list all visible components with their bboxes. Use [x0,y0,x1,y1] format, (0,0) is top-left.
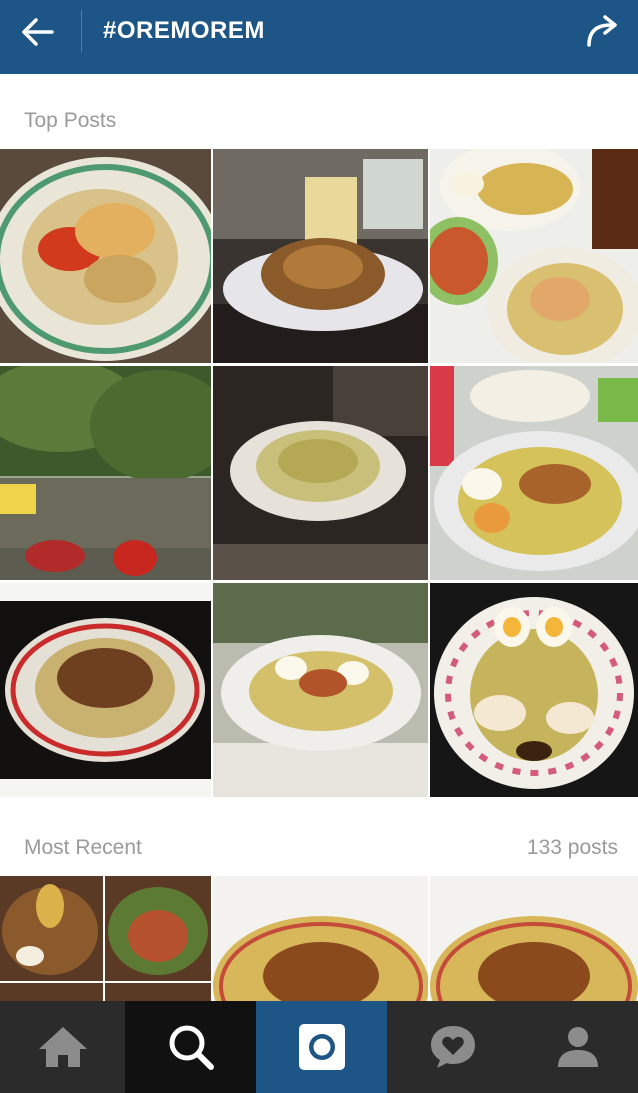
photo-thumbnail[interactable] [213,583,428,797]
top-bar: #OREMOREM [0,0,638,74]
most-recent-grid [0,876,638,1001]
photo-thumbnail[interactable] [0,876,211,1001]
share-arrow-icon [587,15,617,47]
top-posts-grid [0,149,638,797]
photo-thumbnail[interactable] [213,876,428,1001]
page-title: #OREMOREM [103,17,265,44]
home-icon [38,1027,87,1067]
heart-bubble-icon [430,1026,475,1068]
nav-search[interactable] [125,1001,256,1093]
search-icon [169,1025,214,1070]
nav-camera[interactable] [256,1001,387,1093]
top-posts-heading: Top Posts [24,109,117,132]
share-button[interactable] [578,10,630,52]
photo-thumbnail[interactable] [430,583,638,797]
camera-icon [298,1024,345,1070]
photo-thumbnail[interactable] [430,876,638,1001]
most-recent-heading: Most Recent [24,836,142,859]
nav-profile[interactable] [518,1001,638,1093]
nav-home[interactable] [0,1001,125,1093]
photo-thumbnail[interactable] [213,366,428,580]
nav-activity[interactable] [387,1001,518,1093]
photo-thumbnail[interactable] [213,149,428,363]
person-icon [558,1027,598,1067]
arrow-left-icon [22,18,54,46]
bottom-navigation [0,1001,638,1093]
header-divider [81,10,82,52]
photo-thumbnail[interactable] [0,149,211,363]
post-count: 133 posts [526,836,618,859]
photo-thumbnail[interactable] [430,149,638,363]
photo-thumbnail[interactable] [0,583,211,797]
photo-thumbnail[interactable] [430,366,638,580]
photo-thumbnail[interactable] [0,366,211,580]
back-button[interactable] [12,13,64,51]
